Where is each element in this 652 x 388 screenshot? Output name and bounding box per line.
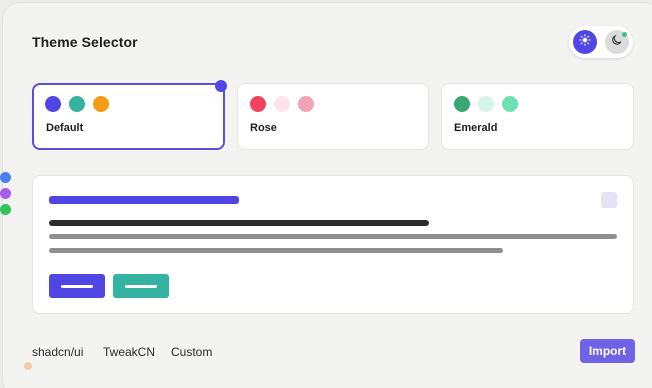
side-dot-purple [0, 188, 11, 199]
swatch-accent [298, 96, 314, 112]
swatch-row [45, 96, 109, 112]
theme-card-default[interactable]: Default [32, 83, 225, 150]
preview-primary-button [49, 274, 105, 298]
theme-name: Rose [250, 122, 277, 134]
decorative-dot [24, 362, 32, 370]
swatch-accent [93, 96, 109, 112]
theme-mode-toggle[interactable] [569, 26, 633, 58]
theme-name: Emerald [454, 122, 498, 134]
theme-preview-card [32, 175, 634, 314]
selected-indicator [215, 80, 227, 92]
swatch-secondary [274, 96, 290, 112]
theme-card-rose[interactable]: Rose [237, 83, 429, 150]
preview-text-line [49, 234, 617, 239]
moon-icon [611, 33, 623, 51]
status-dot [622, 32, 627, 37]
swatch-secondary [478, 96, 494, 112]
page-title: Theme Selector [32, 34, 138, 50]
footer-link-custom[interactable]: Custom [171, 345, 212, 359]
side-dot-green [0, 204, 11, 215]
swatch-primary [454, 96, 470, 112]
swatch-row [250, 96, 314, 112]
theme-card-emerald[interactable]: Emerald [441, 83, 634, 150]
footer-link-tweakcn[interactable]: TweakCN [103, 345, 155, 359]
swatch-primary [250, 96, 266, 112]
preview-text-line [49, 220, 429, 226]
swatch-row [454, 96, 518, 112]
theme-name: Default [46, 122, 84, 134]
swatch-primary [45, 96, 61, 112]
import-button[interactable]: Import [580, 339, 635, 363]
preview-secondary-button [113, 274, 169, 298]
preview-text-line [49, 248, 503, 253]
side-dot-blue [0, 172, 11, 183]
swatch-secondary [69, 96, 85, 112]
sun-icon [579, 33, 591, 51]
swatch-accent [502, 96, 518, 112]
light-mode-button[interactable] [573, 30, 597, 54]
preview-heading-bar [49, 196, 239, 204]
footer-link-shadcn[interactable]: shadcn/ui [32, 345, 83, 359]
preview-chip [601, 192, 617, 208]
